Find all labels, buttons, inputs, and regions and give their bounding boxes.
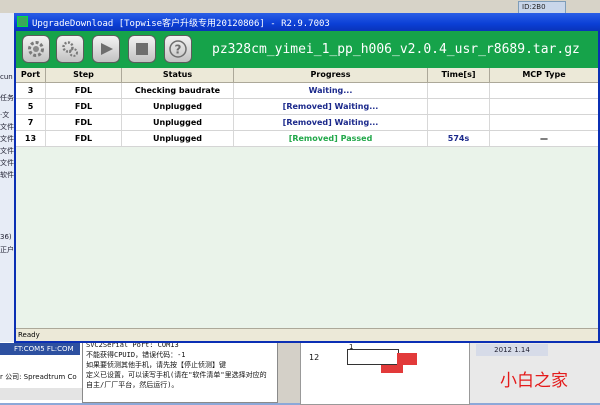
table-row[interactable]: 3 FDL Checking baudrate Waiting... bbox=[16, 83, 598, 99]
cell-port: 13 bbox=[16, 131, 46, 146]
background-left-label: 软件 bbox=[0, 171, 14, 179]
background-left-label: 文件 bbox=[0, 123, 14, 131]
title-bar[interactable]: UpgradeDownload [Topwise客户升级专用20120806] … bbox=[14, 13, 600, 31]
svg-text:?: ? bbox=[175, 43, 182, 57]
status-bar: Ready bbox=[16, 328, 598, 341]
cogs-icon bbox=[62, 41, 78, 57]
help-button[interactable]: ? bbox=[164, 35, 192, 63]
background-left-label: 文件 bbox=[0, 135, 14, 143]
cell-mcp-type bbox=[490, 83, 598, 98]
background-left-label: 文件 bbox=[0, 159, 14, 167]
background-left-label: 36) bbox=[0, 233, 12, 241]
column-header-step[interactable]: Step bbox=[46, 68, 122, 82]
cell-step: FDL bbox=[46, 131, 122, 146]
log-line: 定义已设置，可以读写手机(请在"软件清单"里选择对应的 bbox=[86, 371, 267, 379]
cell-port: 5 bbox=[16, 99, 46, 114]
background-left-label: 文件 bbox=[0, 147, 14, 155]
date-label: 2012 1.14 bbox=[476, 344, 548, 356]
cell-mcp-type bbox=[490, 115, 598, 130]
background-left-label: 任务 bbox=[0, 94, 14, 102]
column-header-port[interactable]: Port bbox=[16, 68, 46, 82]
cell-port: 7 bbox=[16, 115, 46, 130]
cell-status: Unplugged bbox=[122, 131, 234, 146]
background-left-panel: cun 任务 ·文 文件 文件 文件 文件 软件 36) 正户 bbox=[0, 13, 15, 343]
watermark: 小白之家 bbox=[500, 371, 568, 391]
background-left-label: 正户 bbox=[0, 246, 14, 254]
column-header-time[interactable]: Time[s] bbox=[428, 68, 490, 82]
schematic-box bbox=[347, 349, 399, 365]
cell-progress: [Removed] Waiting... bbox=[234, 115, 428, 130]
column-header-progress[interactable]: Progress bbox=[234, 68, 428, 82]
cell-mcp-type bbox=[490, 99, 598, 114]
background-taskbar: ID:2B0 bbox=[0, 0, 600, 14]
cell-step: FDL bbox=[46, 83, 122, 98]
background-left-label: ·文 bbox=[0, 111, 10, 119]
background-divider bbox=[278, 338, 300, 403]
table-row[interactable]: 7 FDL Unplugged [Removed] Waiting... bbox=[16, 115, 598, 131]
cell-progress: Waiting... bbox=[234, 83, 428, 98]
cell-status: Checking baudrate bbox=[122, 83, 234, 98]
stop-icon bbox=[136, 43, 148, 55]
log-output-box[interactable]: SVC2Serial Port: COM13 不能获得CPUID，错误代码：-1… bbox=[82, 338, 278, 403]
cell-port: 3 bbox=[16, 83, 46, 98]
stop-button[interactable] bbox=[128, 35, 156, 63]
cell-step: FDL bbox=[46, 115, 122, 130]
background-panel bbox=[0, 388, 82, 400]
cell-time bbox=[428, 99, 490, 114]
firmware-file-name: pz328cm_yimei_1_pp_h006_v2.0.4_usr_r8689… bbox=[212, 42, 580, 57]
port-status-table: Port Step Status Progress Time[s] MCP Ty… bbox=[16, 68, 598, 328]
cell-time bbox=[428, 115, 490, 130]
log-line: 如果要侦测其他手机，请先按【停止侦测】键 bbox=[86, 361, 226, 369]
window-title: UpgradeDownload [Topwise客户升级专用20120806] … bbox=[32, 19, 330, 29]
schematic-label: 12 bbox=[309, 353, 320, 362]
column-header-status[interactable]: Status bbox=[122, 68, 234, 82]
table-row[interactable]: 5 FDL Unplugged [Removed] Waiting... bbox=[16, 99, 598, 115]
toolbar: ? pz328cm_yimei_1_pp_h006_v2.0.4_usr_r86… bbox=[16, 31, 598, 68]
cell-time: 574s bbox=[428, 131, 490, 146]
question-icon: ? bbox=[169, 40, 187, 58]
cell-mcp-type: — bbox=[540, 134, 548, 143]
options-button[interactable] bbox=[56, 35, 84, 63]
app-icon bbox=[17, 16, 28, 27]
cell-step: FDL bbox=[46, 99, 122, 114]
background-left-label: cun bbox=[0, 73, 13, 81]
cell-status: Unplugged bbox=[122, 115, 234, 130]
log-line: 不能获得CPUID，错误代码：-1 bbox=[86, 351, 186, 359]
table-header: Port Step Status Progress Time[s] MCP Ty… bbox=[16, 68, 598, 83]
cell-progress: [Removed] Passed bbox=[234, 131, 428, 146]
play-icon bbox=[101, 43, 113, 55]
schematic-view: 12 1 bbox=[300, 338, 470, 405]
table-row[interactable]: 13 FDL Unplugged [Removed] Passed 574s — bbox=[16, 131, 598, 147]
schematic-pad bbox=[397, 353, 417, 365]
schematic-pad bbox=[381, 365, 403, 373]
settings-button[interactable] bbox=[22, 35, 50, 63]
cell-time bbox=[428, 83, 490, 98]
cell-progress: [Removed] Waiting... bbox=[234, 99, 428, 114]
cell-status: Unplugged bbox=[122, 99, 234, 114]
upgrade-download-window: UpgradeDownload [Topwise客户升级专用20120806] … bbox=[14, 13, 600, 343]
start-button[interactable] bbox=[92, 35, 120, 63]
background-status-strip: FT:COM5 FL:COM bbox=[0, 343, 80, 355]
column-header-mcp-type[interactable]: MCP Type bbox=[490, 68, 598, 82]
log-line: 自主/厂厂平台，然后运行)。 bbox=[86, 381, 179, 389]
gear-icon bbox=[28, 41, 44, 57]
background-company-text: r 公司: Spreadtrum Co bbox=[0, 373, 77, 381]
